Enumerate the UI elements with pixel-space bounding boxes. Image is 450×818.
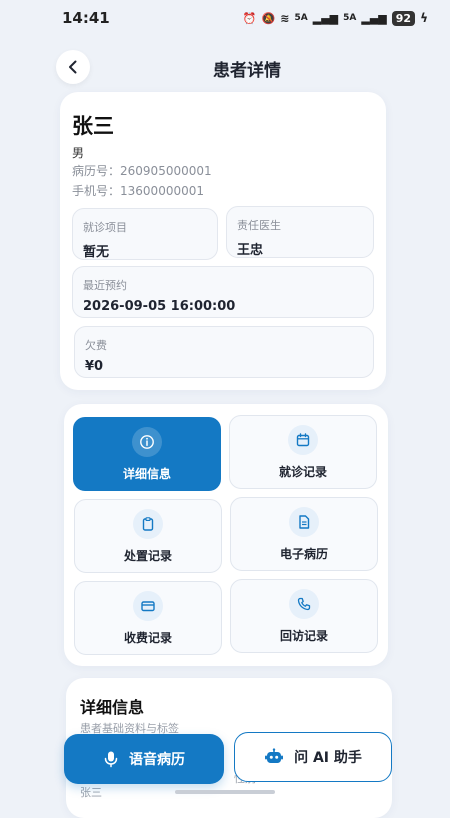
voice-record-label: 语音病历 [129, 752, 185, 768]
visit-project-value: 暂无 [83, 245, 110, 260]
menu-tile-billing[interactable]: 收费记录 [74, 581, 222, 655]
menu-tile-treatments[interactable]: 处置记录 [74, 499, 222, 573]
wifi-icon: ≋ [280, 11, 290, 25]
signal-label-1: 5A [294, 13, 308, 23]
charging-icon: ϟ [420, 11, 428, 25]
document-icon [289, 506, 319, 537]
phone-number-value: 13600000001 [120, 184, 204, 198]
ask-ai-label: 问 AI 助手 [294, 750, 362, 766]
menu-label-emr: 电子病历 [279, 546, 328, 561]
nav-bar: 患者详情 [0, 44, 450, 88]
home-indicator[interactable] [175, 790, 275, 794]
calendar-icon [288, 424, 318, 455]
record-number-line: 病历号：260905000001 [72, 162, 212, 179]
patient-summary-card: 张三 男 病历号：260905000001 手机号：13600000001 就诊… [60, 92, 386, 390]
detail-name-value: 张三 [80, 786, 102, 799]
credit-card-icon [133, 590, 163, 621]
menu-tile-emr[interactable]: 电子病历 [230, 497, 378, 571]
menu-label-followups: 回访记录 [279, 628, 328, 643]
debt-value: ¥0 [85, 359, 104, 374]
responsible-doctor-label: 责任医生 [237, 219, 281, 232]
detail-section-title: 详细信息 [80, 698, 145, 717]
signal-label-2: 5A [343, 13, 357, 23]
menu-label-details: 详细信息 [122, 466, 171, 481]
debt-box: 欠费 ¥0 [74, 326, 374, 378]
debt-label: 欠费 [85, 339, 107, 352]
phone-icon [289, 588, 319, 619]
signal-icon: ▂▄▆ [312, 11, 339, 25]
menu-label-billing: 收费记录 [123, 630, 172, 645]
status-time: 14:41 [62, 9, 110, 27]
status-bar: 14:41 ⏰ 🔕 ≋ 5A ▂▄▆ 5A ▂▄▆ 92 ϟ [0, 0, 450, 36]
visit-project-label: 就诊项目 [83, 221, 127, 234]
status-icons: ⏰ 🔕 ≋ 5A ▂▄▆ 5A ▂▄▆ 92 ϟ [242, 10, 428, 26]
patient-name: 张三 [72, 114, 114, 138]
battery-level: 92 [391, 10, 416, 26]
ask-ai-button[interactable]: 问 AI 助手 [234, 732, 392, 782]
menu-tile-details[interactable]: 详细信息 [73, 417, 221, 491]
menu-tile-visits[interactable]: 就诊记录 [229, 415, 377, 489]
clipboard-icon [133, 508, 163, 539]
phone-number-line: 手机号：13600000001 [72, 182, 204, 199]
menu-label-treatments: 处置记录 [123, 548, 172, 563]
visit-project-box: 就诊项目 暂无 [72, 208, 218, 260]
mute-icon: 🔕 [261, 11, 276, 25]
robot-icon [265, 748, 284, 763]
info-icon [132, 426, 162, 457]
alarm-icon: ⏰ [242, 11, 257, 25]
recent-appointment-label: 最近预约 [83, 279, 127, 292]
signal-icon-2: ▂▄▆ [361, 11, 387, 25]
microphone-icon [104, 751, 118, 768]
recent-appointment-value: 2026-09-05 16:00:00 [83, 299, 236, 314]
phone-number-label: 手机号： [72, 184, 121, 198]
page-title: 患者详情 [213, 61, 281, 81]
recent-appointment-box: 最近预约 2026-09-05 16:00:00 [72, 266, 374, 318]
voice-record-button[interactable]: 语音病历 [64, 734, 224, 784]
responsible-doctor-value: 王忠 [237, 243, 264, 258]
menu-label-visits: 就诊记录 [278, 464, 327, 479]
record-number-value: 260905000001 [120, 164, 212, 178]
menu-tile-followups[interactable]: 回访记录 [230, 579, 378, 653]
record-number-label: 病历号： [72, 164, 121, 178]
record-menu-card: 详细信息 就诊记录 处置记录 电子病历 收费记录 回访记录 [64, 404, 388, 666]
patient-gender: 男 [72, 146, 85, 160]
responsible-doctor-box: 责任医生 王忠 [226, 206, 374, 258]
